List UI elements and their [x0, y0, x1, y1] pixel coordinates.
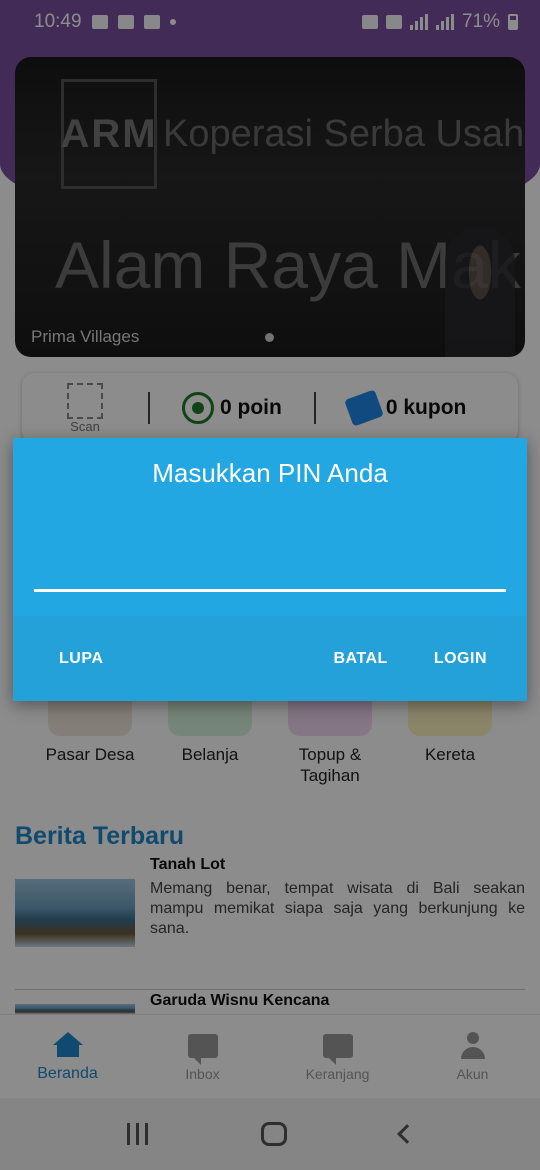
- dialog-actions: LUPA BATAL LOGIN: [13, 616, 527, 701]
- forgot-pin-button[interactable]: LUPA: [59, 650, 103, 668]
- login-button[interactable]: LOGIN: [434, 650, 487, 668]
- pin-input[interactable]: [34, 534, 506, 592]
- dialog-title: Masukkan PIN Anda: [152, 458, 388, 488]
- pin-dialog: Masukkan PIN Anda LUPA BATAL LOGIN: [13, 438, 527, 701]
- cancel-button[interactable]: BATAL: [333, 650, 387, 668]
